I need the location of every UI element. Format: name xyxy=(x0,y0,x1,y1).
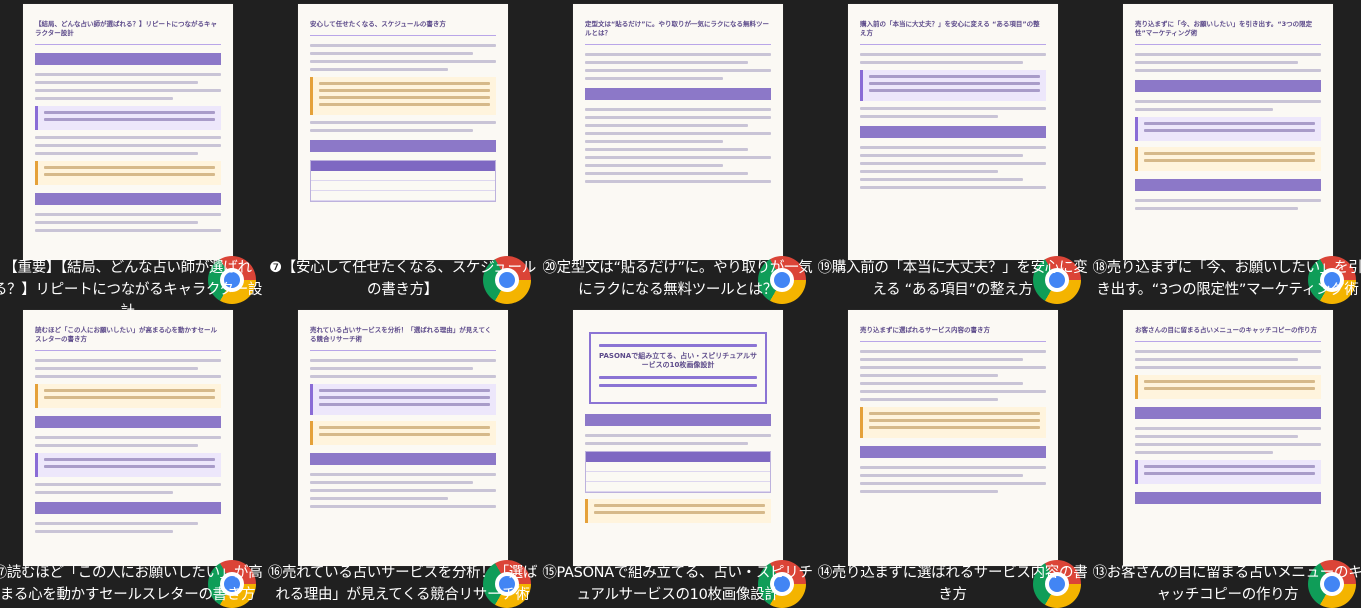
file-name[interactable]: ⑰読むほど「この人にお願いしたい」が高まる心を動かすセールスレターの書き方 xyxy=(0,562,265,606)
thumbnail-title: お客さんの目に留まる占いメニューのキャッチコピーの作り方 xyxy=(1135,326,1317,334)
file-thumbnail[interactable]: 売り込まずに「今、お願いしたい」を引き出す。“3つの限定性”マーケティング術 xyxy=(1123,4,1333,260)
file-thumbnail[interactable]: PASONAで組み立てる、占い・スピリチュアルサービスの10枚画像設計 xyxy=(573,310,783,566)
file-tile[interactable]: 【結局、どんな占い師が選ばれる？】リピートにつながるキャラクター設計 【重要】【… xyxy=(0,0,265,320)
thumbnail-title: 売り込まずに選ばれるサービス内容の書き方 xyxy=(860,326,990,334)
thumbnail-title: 売れている占いサービスを分析！「選ばれる理由」が見えてくる競合リサーチ術 xyxy=(310,326,492,343)
file-grid: 【結局、どんな占い師が選ばれる？】リピートにつながるキャラクター設計 【重要】【… xyxy=(0,0,1361,608)
file-thumbnail[interactable]: 【結局、どんな占い師が選ばれる？】リピートにつながるキャラクター設計 xyxy=(23,4,233,260)
file-name[interactable]: ❼【安心して任せたくなる、スケジュールの書き方】 xyxy=(265,257,540,301)
thumbnail-title: PASONAで組み立てる、占い・スピリチュアルサービスの10枚画像設計 xyxy=(599,352,757,369)
file-name[interactable]: ⑲購入前の「本当に大丈夫？」を安心に変える “ある項目”の整え方 xyxy=(815,257,1090,301)
file-tile[interactable]: 定型文は“貼るだけ”に。やり取りが一気にラクになる無料ツールとは？ ⑳定型文は“… xyxy=(540,0,815,304)
file-tile[interactable]: 安心して任せたくなる、スケジュールの書き方 ❼【安心して任せたくなる、スケジュー… xyxy=(265,0,540,304)
file-name[interactable]: ⑱売り込まずに「今、お願いしたい」を引き出す。“3つの限定性”マーケティング術 xyxy=(1090,257,1361,301)
thumbnail-title: 安心して任せたくなる、スケジュールの書き方 xyxy=(310,20,446,28)
thumbnail-title: 売り込まずに「今、お願いしたい」を引き出す。“3つの限定性”マーケティング術 xyxy=(1135,20,1313,37)
file-tile[interactable]: 売れている占いサービスを分析！「選ばれる理由」が見えてくる競合リサーチ術 ⑯売れ… xyxy=(265,304,540,608)
file-thumbnail[interactable]: 購入前の「本当に大丈夫？」を安心に変える “ある項目”の整え方 xyxy=(848,4,1058,260)
thumbnail-title: 定型文は“貼るだけ”に。やり取りが一気にラクになる無料ツールとは？ xyxy=(585,20,770,37)
file-name[interactable]: ⑮PASONAで組み立てる、占い・スピリチュアルサービスの10枚画像設計 xyxy=(540,562,815,606)
file-name[interactable]: ⑬お客さんの目に留まる占いメニューのキャッチコピーの作り方 xyxy=(1090,562,1361,606)
file-tile[interactable]: 読むほど「この人にお願いしたい」が高まる心を動かすセールスレターの書き方 ⑰読む… xyxy=(0,304,265,608)
file-thumbnail[interactable]: お客さんの目に留まる占いメニューのキャッチコピーの作り方 xyxy=(1123,310,1333,566)
file-thumbnail[interactable]: 定型文は“貼るだけ”に。やり取りが一気にラクになる無料ツールとは？ xyxy=(573,4,783,260)
file-thumbnail[interactable]: 売れている占いサービスを分析！「選ばれる理由」が見えてくる競合リサーチ術 xyxy=(298,310,508,566)
file-name[interactable]: ⑭売り込まずに選ばれるサービス内容の書き方 xyxy=(815,562,1090,606)
file-tile[interactable]: 売り込まずに選ばれるサービス内容の書き方 ⑭売り込まずに選ばれるサービス内容の書… xyxy=(815,304,1090,608)
file-name[interactable]: ⑯売れている占いサービスを分析！「選ばれる理由」が見えてくる競合リサーチ術 xyxy=(265,562,540,606)
file-thumbnail[interactable]: 売り込まずに選ばれるサービス内容の書き方 xyxy=(848,310,1058,566)
file-name[interactable]: ⑳定型文は“貼るだけ”に。やり取りが一気にラクになる無料ツールとは？ xyxy=(540,257,815,301)
thumbnail-title: 【結局、どんな占い師が選ばれる？】リピートにつながるキャラクター設計 xyxy=(35,20,217,37)
file-thumbnail[interactable]: 読むほど「この人にお願いしたい」が高まる心を動かすセールスレターの書き方 xyxy=(23,310,233,566)
file-thumbnail[interactable]: 安心して任せたくなる、スケジュールの書き方 xyxy=(298,4,508,260)
file-tile[interactable]: お客さんの目に留まる占いメニューのキャッチコピーの作り方 ⑬お客さんの目に留まる… xyxy=(1090,304,1361,608)
thumbnail-title: 購入前の「本当に大丈夫？」を安心に変える “ある項目”の整え方 xyxy=(860,20,1040,37)
file-tile[interactable]: 購入前の「本当に大丈夫？」を安心に変える “ある項目”の整え方 ⑲購入前の「本当… xyxy=(815,0,1090,304)
file-tile[interactable]: 売り込まずに「今、お願いしたい」を引き出す。“3つの限定性”マーケティング術 ⑱… xyxy=(1090,0,1361,304)
file-tile[interactable]: PASONAで組み立てる、占い・スピリチュアルサービスの10枚画像設計 ⑮PAS… xyxy=(540,304,815,608)
thumbnail-title: 読むほど「この人にお願いしたい」が高まる心を動かすセールスレターの書き方 xyxy=(35,326,217,343)
